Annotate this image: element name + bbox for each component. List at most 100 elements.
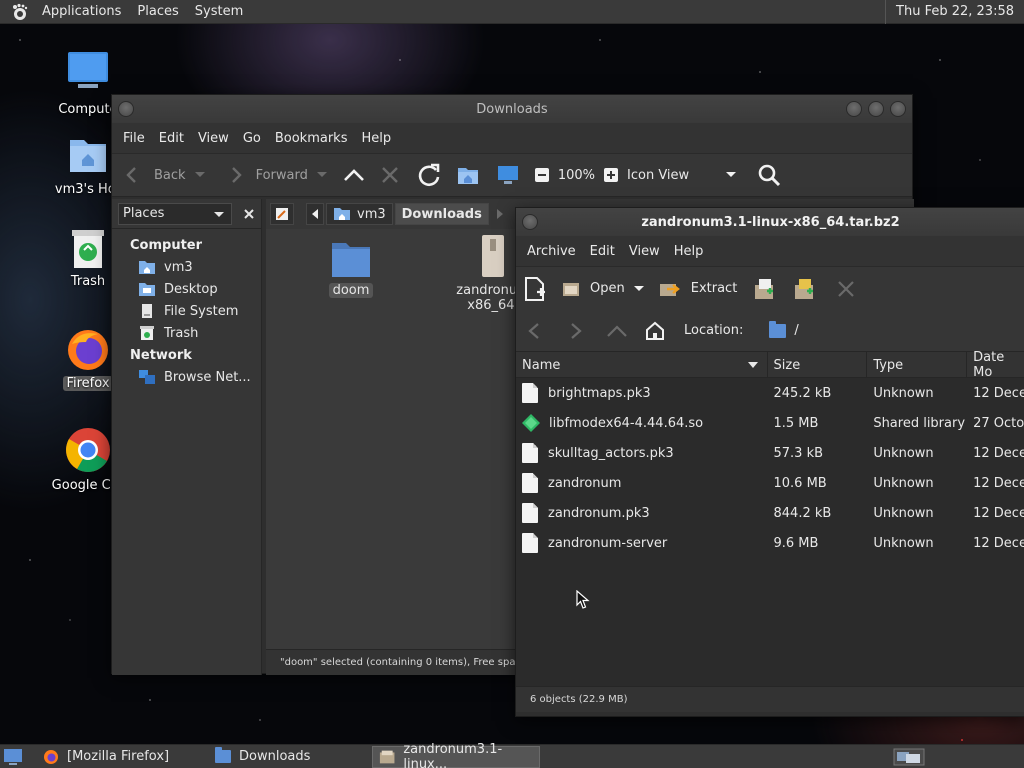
menu-view[interactable]: View (622, 236, 667, 266)
column-label: Name (522, 357, 561, 373)
view-mode-select[interactable]: Icon View (627, 153, 737, 197)
edit-location-button[interactable] (270, 203, 294, 225)
breadcrumb-scroll-left[interactable] (306, 203, 324, 225)
location-label: Location: (684, 323, 744, 338)
file-name: zandronum (548, 475, 622, 491)
computer-icon (64, 50, 112, 98)
table-row[interactable]: skulltag_actors.pk3 57.3 kB Unknown 12 Dece… (516, 438, 1024, 468)
taskbar-item-firefox[interactable]: [Mozilla Firefox] (36, 746, 204, 768)
stop-button[interactable] (837, 267, 855, 311)
network-header: Network (130, 348, 192, 363)
up-button[interactable] (606, 309, 628, 353)
table-row[interactable]: zandronum.pk3 844.2 kB Unknown 12 Decen (516, 498, 1024, 528)
sidebar-item-browse-network[interactable]: Browse Net... (112, 366, 261, 388)
side-pane-selector[interactable]: Places (118, 202, 232, 225)
forward-history-dropdown[interactable] (316, 153, 328, 197)
table-row[interactable]: libfmodex64-4.44.64.so 1.5 MB Shared libra… (516, 408, 1024, 438)
reload-icon (418, 163, 440, 187)
archive-manager-titlebar[interactable]: zandronum3.1-linux-x86_64.tar.bz2 (516, 208, 1024, 236)
cell-type: Unknown (873, 535, 934, 551)
add-folder-button[interactable] (793, 267, 817, 311)
open-button[interactable]: Open (562, 267, 625, 311)
new-archive-button[interactable] (522, 267, 548, 311)
computer-button[interactable] (496, 153, 520, 197)
menu-help[interactable]: Help (354, 123, 398, 153)
table-row[interactable]: zandronum 10.6 MB Unknown 12 Decen (516, 468, 1024, 498)
add-files-button[interactable] (753, 267, 777, 311)
archive-icon (482, 235, 504, 277)
sidebar-item-file-system[interactable]: File System (112, 300, 261, 322)
sidebar-item-desktop[interactable]: Desktop (112, 278, 261, 300)
menu-view[interactable]: View (191, 123, 236, 153)
home-folder-icon (457, 168, 478, 184)
column-header-name[interactable]: Name (516, 352, 768, 378)
cell-type: Unknown (873, 475, 934, 491)
table-row[interactable]: zandronum-server 9.6 MB Unknown 12 Decen (516, 528, 1024, 558)
column-header-size[interactable]: Size (768, 352, 868, 378)
taskbar-item-downloads[interactable]: Downloads (208, 746, 368, 768)
window-menu-button[interactable] (118, 101, 134, 117)
zoom-level: 100% (557, 167, 596, 183)
places-menu[interactable]: Places (129, 0, 186, 24)
reload-button[interactable] (416, 153, 442, 197)
file-name: zandronum-server (548, 535, 668, 551)
trash-icon (64, 228, 112, 270)
home-button[interactable] (456, 153, 480, 197)
extract-icon (659, 283, 680, 296)
breadcrumb-item-downloads[interactable]: Downloads (394, 203, 489, 225)
cell-size: 1.5 MB (773, 415, 819, 431)
menu-edit[interactable]: Edit (583, 236, 622, 266)
column-header-type[interactable]: Type (867, 352, 968, 378)
new-file-icon (525, 276, 545, 301)
show-desktop-button[interactable] (0, 746, 30, 768)
sidebar-item-vm3[interactable]: vm3 (112, 256, 261, 278)
back-history-dropdown[interactable] (194, 153, 206, 197)
menu-bookmarks[interactable]: Bookmarks (268, 123, 355, 153)
minimize-button[interactable] (846, 101, 862, 117)
stop-button[interactable] (380, 153, 400, 197)
close-pane-button[interactable] (238, 203, 260, 225)
gnome-foot-icon[interactable] (8, 1, 30, 23)
taskbar-item-label: Downloads (239, 749, 311, 764)
computer-icon (497, 166, 518, 184)
forward-button[interactable] (568, 309, 584, 353)
plus-icon (604, 168, 619, 182)
sort-descending-icon (747, 362, 758, 368)
forward-button[interactable]: Forward (226, 153, 308, 197)
zoom-out-button[interactable] (534, 153, 550, 197)
location-field[interactable]: / (769, 309, 799, 353)
menu-archive[interactable]: Archive (520, 236, 583, 266)
maximize-button[interactable] (868, 101, 884, 117)
shared-library-icon (522, 414, 540, 432)
file-manager-titlebar[interactable]: Downloads (112, 95, 912, 123)
taskbar-item-archive-manager[interactable]: zandronum3.1-linux... (372, 742, 540, 768)
file-item-doom[interactable]: doom (296, 239, 406, 298)
system-menu[interactable]: System (187, 0, 251, 24)
back-button[interactable]: Back (122, 153, 186, 197)
breadcrumb-item-vm3[interactable]: vm3 (326, 203, 393, 225)
zoom-in-button[interactable] (603, 153, 619, 197)
applications-menu[interactable]: Applications (34, 0, 129, 24)
breadcrumb-scroll-right[interactable] (491, 203, 509, 225)
minus-icon (534, 168, 549, 182)
cell-name: zandronum (516, 468, 768, 498)
up-button[interactable] (342, 153, 366, 197)
window-menu-button[interactable] (522, 214, 538, 230)
extract-button[interactable]: Extract (659, 267, 737, 311)
close-button[interactable] (890, 101, 906, 117)
workspace-switcher[interactable] (886, 746, 932, 768)
home-button[interactable] (644, 309, 666, 353)
open-dropdown[interactable] (633, 267, 645, 311)
table-row[interactable]: brightmaps.pk3 245.2 kB Unknown 12 Decen (516, 378, 1024, 408)
menu-edit[interactable]: Edit (152, 123, 191, 153)
column-header-date[interactable]: Date Mo (967, 350, 1024, 380)
sidebar-item-trash[interactable]: Trash (112, 322, 261, 344)
menu-help[interactable]: Help (667, 236, 711, 266)
back-button[interactable] (526, 309, 542, 353)
search-button[interactable] (757, 153, 781, 197)
menu-go[interactable]: Go (236, 123, 268, 153)
add-folder-icon (795, 278, 814, 299)
clock[interactable]: Thu Feb 22, 23:58 (885, 0, 1024, 24)
chrome-icon (64, 426, 112, 474)
menu-file[interactable]: File (116, 123, 152, 153)
